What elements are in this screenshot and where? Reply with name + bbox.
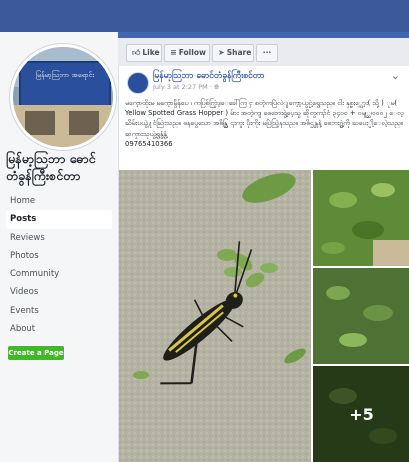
nav-item-photos[interactable]: Photos [6, 247, 112, 265]
photo-grasshopper[interactable] [119, 170, 311, 462]
photo-plant-2[interactable] [313, 268, 409, 364]
thumbs-up-icon: 👍︎ [132, 48, 141, 57]
post-body: မကေ့ာထိုးမ မကေ့ာမွိန်ပေ ၊ ကပြစ်ကြွဲဒ့ေခေ… [125, 98, 405, 149]
plant-illustration [313, 170, 409, 266]
create-page-button[interactable]: Create a Page [8, 346, 64, 360]
grasshopper-illustration [119, 170, 311, 462]
rss-icon: ≡ [170, 48, 177, 57]
top-nav-bar [0, 0, 409, 32]
plant-illustration [313, 268, 409, 364]
nav-item-community[interactable]: Community [6, 265, 112, 283]
share-arrow-icon: ➤ [218, 48, 225, 57]
post-text: မကေ့ာထိုးမ မကေ့ာမွိန်ပေ ၊ ကပြစ်ကြွဲဒ့ေခေ… [125, 99, 404, 128]
follow-button[interactable]: ≡ Follow [164, 44, 210, 62]
page-title[interactable]: မြန်မာ့သြဘာ ဓောင်တံခွန်ကြီးစင်တာ [6, 150, 116, 184]
photo-more[interactable]: +5 [313, 366, 409, 462]
globe-icon: 🌐︎ [213, 83, 220, 91]
like-label: Like [142, 48, 160, 57]
more-photos-count[interactable]: +5 [313, 366, 409, 462]
photo-plant-1[interactable] [313, 170, 409, 266]
nav-item-home[interactable]: Home [6, 192, 112, 210]
profile-sign-text: မြန်မာ့သြဘာ အရောင်း [35, 71, 95, 79]
share-button[interactable]: ➤ Share [212, 44, 254, 62]
profile-window [25, 111, 55, 135]
like-button[interactable]: 👍︎ Like [126, 44, 162, 62]
nav-item-posts[interactable]: Posts [6, 210, 112, 229]
post-author-avatar[interactable] [127, 72, 149, 94]
post-options-icon[interactable]: ⌄ [391, 69, 400, 82]
nav-item-events[interactable]: Events [6, 302, 112, 320]
follow-label: Follow [178, 48, 206, 57]
post-card: မြန်မာ့သြဘာ ဓောင်တံခွန်ကြီးစင်တာ July 3 … [118, 66, 409, 462]
post-timestamp[interactable]: July 3 at 2:27 PM · 🌐︎ [153, 83, 219, 92]
more-options-button[interactable]: ··· [256, 44, 278, 62]
post-contact: ဆကၠားသုယွဲ့ရွနွံ့နွံ့ [125, 129, 167, 138]
page-nav: Home Posts Reviews Photos Community Vide… [6, 192, 112, 338]
nav-item-videos[interactable]: Videos [6, 283, 112, 301]
post-phone[interactable]: 09765410366 [125, 139, 405, 149]
share-label: Share [226, 48, 252, 57]
post-time[interactable]: July 3 at 2:27 PM · [153, 83, 214, 91]
page-profile-picture[interactable]: မြန်မာ့သြဘာ အရောင်း [10, 44, 116, 150]
nav-item-about[interactable]: About [6, 320, 112, 338]
post-author-name[interactable]: မြန်မာ့သြဘာ ဓောင်တံခွန်ကြီးစင်တာ [153, 71, 265, 83]
nav-item-reviews[interactable]: Reviews [6, 229, 112, 247]
photo-grid: +5 [119, 170, 409, 462]
more-label: ··· [262, 48, 272, 57]
profile-storefront-sign: မြန်မာ့သြဘာ အရောင်း [19, 61, 111, 107]
profile-window [69, 111, 99, 135]
